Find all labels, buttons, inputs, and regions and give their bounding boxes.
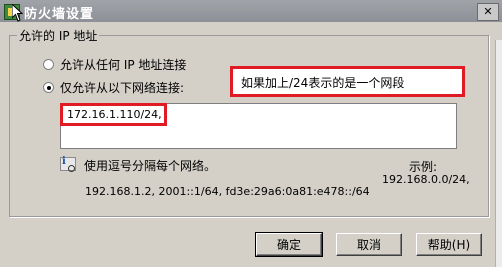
- cancel-button[interactable]: 取消: [336, 233, 402, 256]
- radio-allow-list[interactable]: [43, 82, 54, 93]
- window-title: 防火墙设置: [24, 7, 95, 22]
- example-list: 192.168.1.2, 2001::1/64, fd3e:29a6:0a81:…: [85, 185, 370, 198]
- annotation-note-box: 如果加上/24表示的是一个网段: [230, 66, 465, 97]
- radio-allow-list-label[interactable]: 仅允许从以下网络连接:: [60, 79, 184, 96]
- example-value: 192.168.0.0/24,: [382, 173, 470, 186]
- annotation-highlight-box: [60, 103, 167, 126]
- annotation-note-text: 如果加上/24表示的是一个网段: [241, 76, 405, 90]
- groupbox-legend: 允许的 IP 地址: [17, 27, 100, 44]
- mouse-cursor-icon: [12, 4, 24, 22]
- radio-allow-any-label[interactable]: 允许从任何 IP 地址连接: [60, 56, 186, 73]
- hint-text: 使用逗号分隔每个网络。: [84, 159, 217, 173]
- radio-allow-any[interactable]: [43, 59, 54, 70]
- help-button[interactable]: 帮助(H): [416, 233, 482, 256]
- info-icon: [60, 156, 76, 172]
- title-bar[interactable]: 防火墙设置 ✕: [0, 0, 502, 22]
- close-button[interactable]: ✕: [477, 3, 499, 21]
- ok-button[interactable]: 确定: [255, 232, 323, 257]
- background-window-edge: [495, 40, 502, 267]
